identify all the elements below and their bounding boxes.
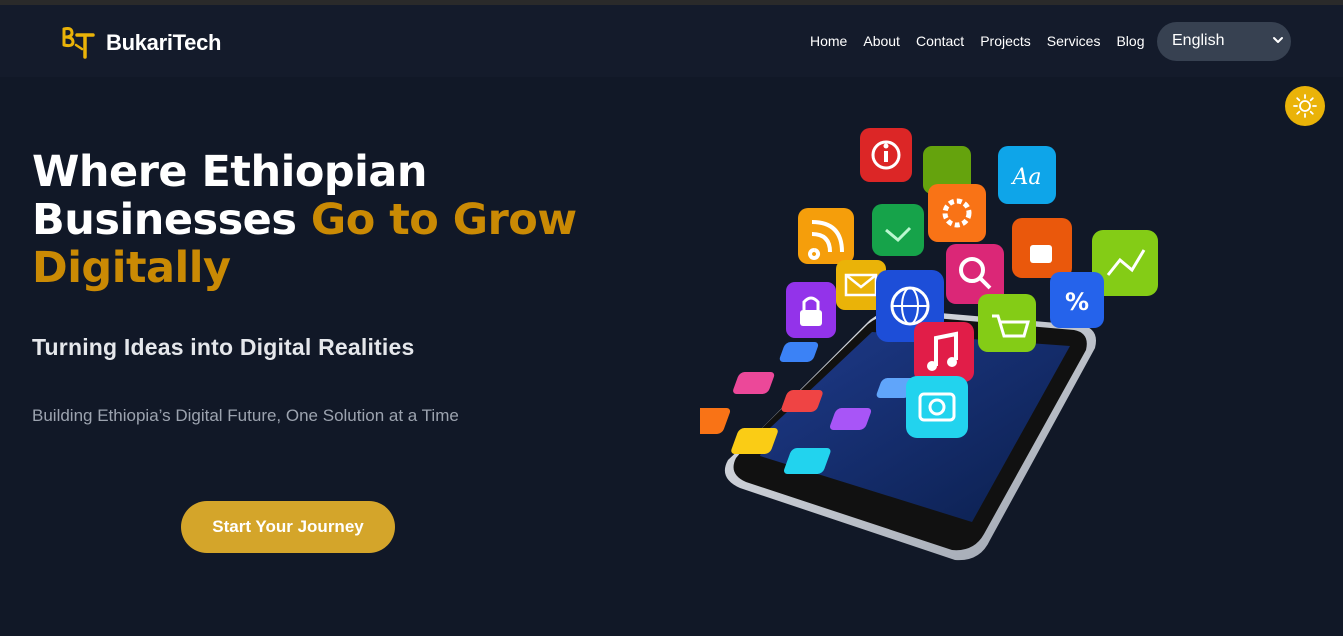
chevron-down-icon xyxy=(1273,37,1283,43)
logo-icon xyxy=(62,27,95,59)
hero-subtitle: Turning Ideas into Digital Realities xyxy=(32,334,415,360)
svg-text:Aa: Aa xyxy=(1010,165,1041,190)
phone-apps-illustration: Aa % xyxy=(700,128,1158,561)
nav-link-about[interactable]: About xyxy=(863,33,900,49)
nav-link-contact[interactable]: Contact xyxy=(916,33,964,49)
theme-toggle-button[interactable] xyxy=(1285,86,1325,126)
language-select[interactable]: English xyxy=(1157,22,1291,61)
brand-logo[interactable]: BukariTech xyxy=(60,23,221,63)
nav-link-home[interactable]: Home xyxy=(810,33,847,49)
nav-link-blog[interactable]: Blog xyxy=(1116,33,1144,49)
start-journey-button[interactable]: Start Your Journey xyxy=(181,501,395,553)
sun-icon xyxy=(1293,94,1317,118)
hero-title: Where Ethiopian Businesses Go to Grow Di… xyxy=(32,148,592,292)
main-nav: Home About Contact Projects Services Blo… xyxy=(810,33,1161,49)
hero-tagline: Building Ethiopia’s Digital Future, One … xyxy=(32,406,459,425)
language-select-value: English xyxy=(1172,32,1225,49)
navbar: BukariTech Home About Contact Projects S… xyxy=(0,5,1343,77)
svg-text:%: % xyxy=(1065,288,1089,316)
nav-link-projects[interactable]: Projects xyxy=(980,33,1031,49)
brand-name: BukariTech xyxy=(106,30,222,55)
nav-link-services[interactable]: Services xyxy=(1047,33,1101,49)
